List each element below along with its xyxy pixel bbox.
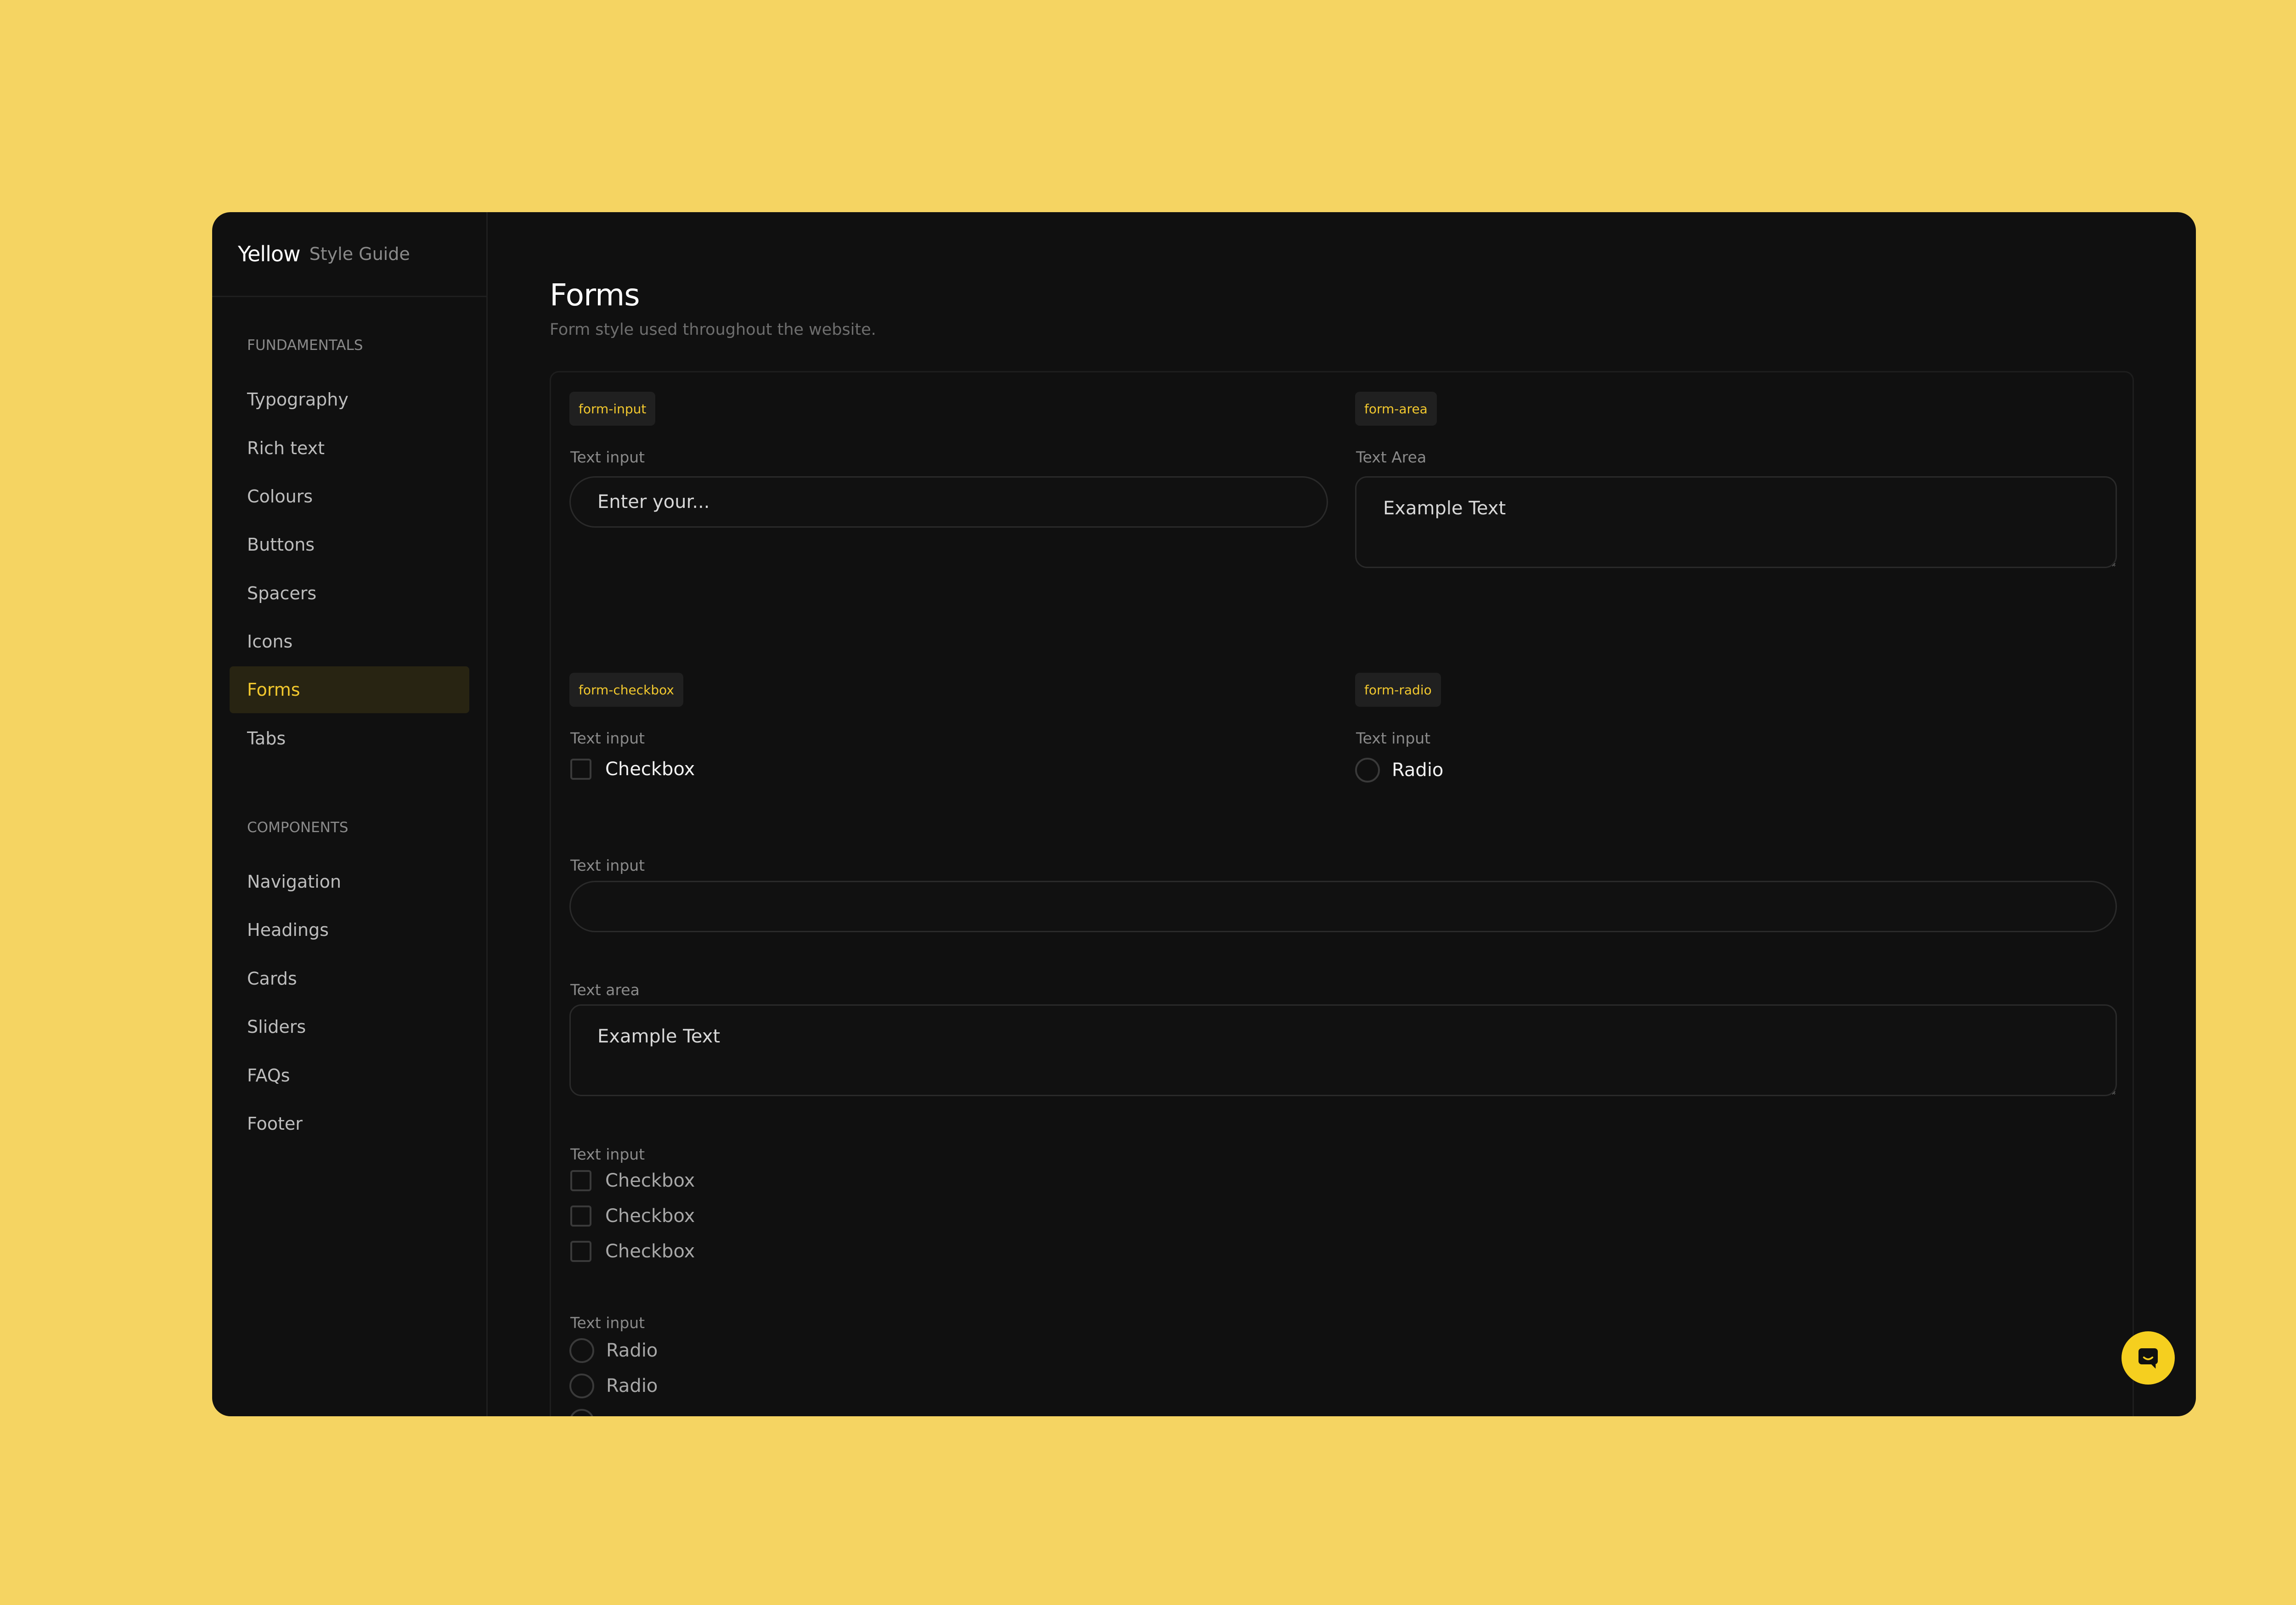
full-text-input-label: Text input [570,856,645,874]
sidebar-item-label: Colours [247,486,313,507]
text-input[interactable] [569,476,1328,528]
radio-group-label: Text input [570,1314,645,1332]
tag-form-checkbox: form-checkbox [569,673,683,707]
checkbox-option-label: Checkbox [605,1170,695,1191]
sidebar-item-forms[interactable]: Forms [230,666,469,713]
radio-group-option[interactable]: Radio [569,1338,658,1363]
sidebar-item-buttons[interactable]: Buttons [230,521,469,568]
sidebar-item-label: Spacers [247,583,317,603]
sidebar-item-label: Cards [247,969,297,989]
page-title: Forms [550,277,640,313]
sidebar-item-label: Footer [247,1114,303,1134]
checkbox-group-option[interactable]: Checkbox [570,1239,695,1264]
sidebar-item-colours[interactable]: Colours [230,473,469,520]
sidebar-item-label: Forms [247,680,300,700]
sidebar-item-typography[interactable]: Typography [230,376,469,423]
sidebar-item-label: Tabs [247,728,286,749]
text-area[interactable]: Example Text [1355,476,2117,568]
radio-option-label: Radio [1392,760,1444,781]
sidebar: Yellow Style Guide FUNDAMENTALS Typograp… [212,212,488,1416]
tag-form-input: form-input [569,392,656,426]
sidebar-item-label: Icons [247,631,293,652]
radio-option-label: Radio [606,1375,658,1397]
brand-subtitle: Style Guide [309,244,410,264]
full-text-input[interactable] [569,881,2117,932]
radio-group-option-partial[interactable] [569,1408,606,1416]
sidebar-item-label: FAQs [247,1065,290,1086]
tag-form-radio: form-radio [1355,673,1441,707]
radio-circle[interactable] [569,1409,594,1416]
radio-circle[interactable] [569,1338,594,1363]
sidebar-item-icons[interactable]: Icons [230,618,469,665]
sidebar-item-label: Typography [247,389,349,410]
checkbox-box[interactable] [570,759,591,780]
text-input-label: Text input [570,448,645,466]
radio-circle[interactable] [1355,758,1380,783]
sidebar-item-sliders[interactable]: Sliders [230,1003,469,1050]
radio-circle[interactable] [569,1374,594,1398]
sidebar-item-cards[interactable]: Cards [230,955,469,1002]
tag-form-area: form-area [1355,392,1437,426]
chat-button[interactable] [2122,1331,2175,1385]
section-title-components: COMPONENTS [247,819,349,836]
sidebar-item-label: Rich text [247,438,325,458]
brand-name[interactable]: Yellow [238,242,301,266]
sidebar-item-label: Headings [247,920,329,940]
main-content: Forms Form style used throughout the web… [488,212,2196,1416]
checkbox-option-label: Checkbox [605,759,695,780]
checkbox-group-label: Text input [570,1145,645,1163]
sidebar-item-footer[interactable]: Footer [230,1100,469,1147]
checkbox-label: Text input [570,729,645,747]
sidebar-item-label: Navigation [247,872,341,892]
full-text-area-label: Text area [570,981,640,999]
sidebar-item-faqs[interactable]: FAQs [230,1052,469,1099]
app-window: Yellow Style Guide FUNDAMENTALS Typograp… [212,212,2196,1416]
sidebar-item-label: Sliders [247,1017,306,1037]
radio-option-label: Radio [606,1340,658,1361]
sidebar-item-tabs[interactable]: Tabs [230,715,469,762]
checkbox-option-label: Checkbox [605,1205,695,1227]
sidebar-item-label: Buttons [247,535,315,555]
sidebar-header: Yellow Style Guide [212,212,486,297]
chat-icon [2138,1348,2158,1369]
page-subtitle: Form style used throughout the website. [550,321,876,339]
sidebar-item-headings[interactable]: Headings [230,907,469,953]
checkbox-group-option[interactable]: Checkbox [570,1203,695,1229]
section-title-fundamentals: FUNDAMENTALS [247,337,363,354]
sidebar-item-rich-text[interactable]: Rich text [230,425,469,472]
checkbox-box[interactable] [570,1205,591,1227]
text-area-label: Text Area [1356,448,1427,466]
radio-group-option[interactable]: Radio [569,1373,658,1399]
checkbox-box[interactable] [570,1241,591,1262]
checkbox-group-option[interactable]: Checkbox [570,1168,695,1194]
full-text-area[interactable]: Example Text [569,1004,2117,1096]
checkbox-option-label: Checkbox [605,1241,695,1262]
checkbox-box[interactable] [570,1170,591,1191]
sidebar-item-spacers[interactable]: Spacers [230,570,469,617]
checkbox-option[interactable]: Checkbox [570,756,695,782]
forms-panel: form-input Text input form-area Text Are… [550,371,2134,1416]
sidebar-item-navigation[interactable]: Navigation [230,858,469,905]
radio-label: Text input [1356,729,1431,747]
radio-option[interactable]: Radio [1355,757,1443,783]
